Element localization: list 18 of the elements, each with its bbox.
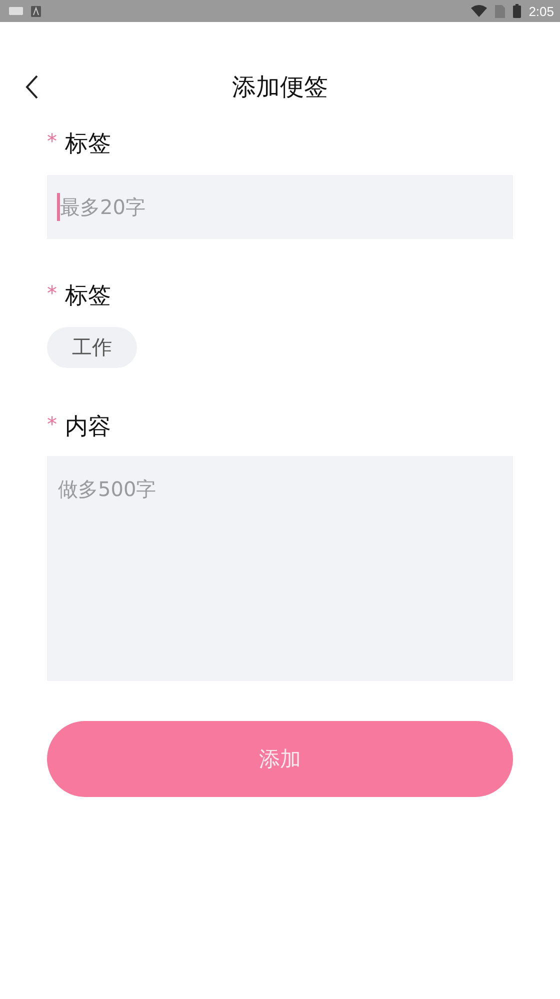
required-mark: *	[47, 281, 57, 305]
required-mark: *	[47, 129, 57, 153]
wifi-icon	[470, 5, 487, 17]
field-label: 内容	[65, 412, 111, 442]
no-sim-icon	[494, 4, 505, 18]
status-time: 2:05	[528, 4, 554, 18]
text-cursor	[57, 193, 60, 221]
field-label: 标签	[65, 130, 111, 158]
app-icon	[31, 6, 41, 16]
back-chevron-icon	[25, 75, 39, 99]
page-title: 添加便签	[232, 72, 328, 103]
battery-icon	[512, 4, 521, 18]
content-field[interactable]: 做多500字	[47, 456, 513, 681]
field-label: 标签	[65, 282, 111, 310]
title-field[interactable]: 最多20字	[47, 175, 513, 239]
keyboard-icon	[9, 7, 23, 15]
tag-chip[interactable]: 工作	[47, 327, 137, 368]
required-mark: *	[47, 412, 57, 436]
